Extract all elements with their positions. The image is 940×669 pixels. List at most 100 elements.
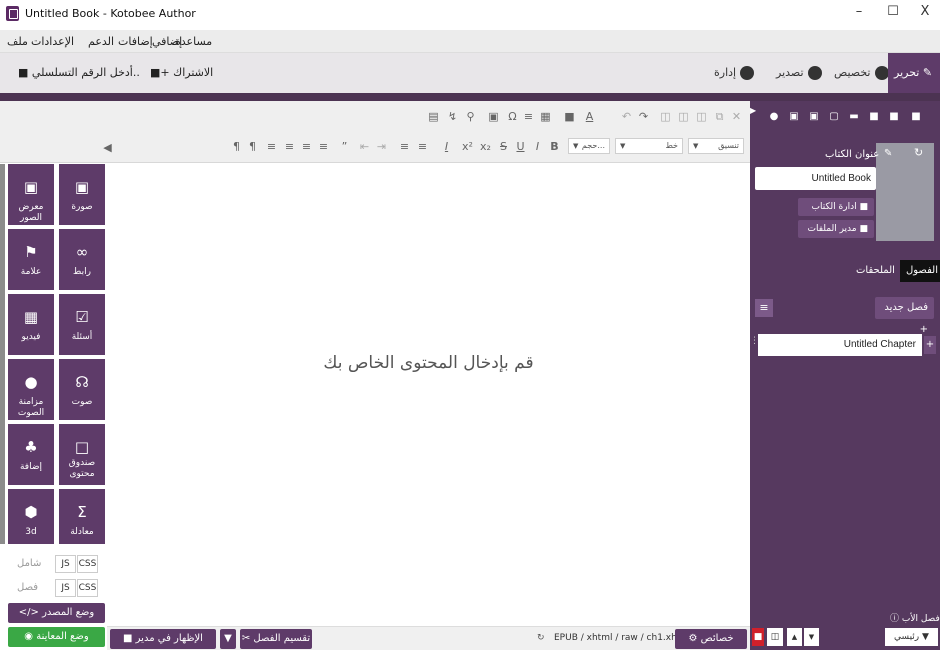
html5-icon[interactable]: ▣ (487, 110, 500, 123)
paste-icon[interactable]: ◫ (695, 110, 708, 123)
subscript-icon[interactable]: x₂ (479, 140, 492, 153)
minimize-button[interactable]: – (848, 4, 870, 19)
tab-attachments[interactable]: الملحقات (850, 260, 901, 282)
rtl-icon[interactable]: ¶ (230, 140, 243, 153)
superscript-icon[interactable]: x² (461, 140, 474, 153)
align-center-icon[interactable]: ≡ (300, 140, 313, 153)
bullet-list-icon[interactable]: ≡ (398, 140, 411, 153)
italic-icon[interactable]: I (531, 140, 544, 153)
chapter-css-button[interactable]: CSS (77, 579, 98, 597)
tab-edit[interactable]: تحرير ✎ (888, 53, 940, 93)
widget-marker[interactable]: ⚑ علامة (8, 229, 54, 290)
new-file-tool-icon[interactable]: ■ (910, 111, 922, 123)
blockquote-icon[interactable]: ” (338, 140, 351, 153)
menu-settings[interactable]: الإعدادات (31, 35, 74, 48)
font-color-icon[interactable]: A (583, 110, 596, 123)
save-tool-icon[interactable]: ■ (868, 111, 880, 123)
underline-icon[interactable]: U (514, 140, 527, 153)
remove-format-icon[interactable]: I (440, 140, 453, 153)
font-select[interactable]: ▼ خط (615, 138, 683, 154)
save-as-tool-icon[interactable]: ▬ (848, 111, 860, 123)
widget-image[interactable]: ▣ صورة (59, 164, 105, 225)
split-chapter-button[interactable]: ✂ تقسيم الفصل (240, 629, 312, 649)
ltr-icon[interactable]: ¶ (246, 140, 259, 153)
widget-audio[interactable]: ☊ صوت (59, 359, 105, 420)
align-left-icon[interactable]: ≡ (317, 140, 330, 153)
split-dropdown-button[interactable]: ▼ (220, 629, 236, 649)
move-down-button[interactable]: ▼ (804, 628, 819, 646)
menu-plugins[interactable]: إضافات (118, 35, 153, 48)
menu-help[interactable]: مساعدة (175, 35, 212, 48)
new-chapter-button[interactable]: فصل جديد + (875, 297, 934, 335)
spellcheck-icon[interactable]: ↯ (446, 110, 459, 123)
widget-link[interactable]: ∞ رابط (59, 229, 105, 290)
source-mode-button[interactable]: </> وضع المصدر (8, 603, 105, 623)
global-css-button[interactable]: CSS (77, 555, 98, 573)
book-title-input[interactable]: Untitled Book (755, 167, 876, 190)
add-subchapter-button[interactable]: + (924, 336, 936, 354)
menu-file[interactable]: ملف (7, 35, 28, 48)
bg-color-icon[interactable]: ■ (563, 110, 576, 123)
chapter-item[interactable]: Untitled Chapter (758, 334, 922, 356)
widget-plugin[interactable]: ♣ إضافة (8, 424, 54, 485)
widget-video[interactable]: ▦ فيديو (8, 294, 54, 355)
file-manager-button[interactable]: مدير الملفات ■ (798, 220, 874, 238)
manage-book-button[interactable]: ادارة الكتاب ■ (798, 198, 874, 216)
clear-format-icon[interactable]: ▤ (427, 110, 440, 123)
parent-chapter-select[interactable]: رئيسي ▼ (885, 628, 938, 646)
menu-support[interactable]: الدعم (88, 35, 114, 48)
settings-tool-icon[interactable]: ● (768, 111, 780, 123)
doc-link-tool-icon[interactable]: ▢ (828, 111, 840, 123)
strikethrough-icon[interactable]: S (497, 140, 510, 153)
table-icon[interactable]: ▦ (539, 110, 552, 123)
redo-icon[interactable]: ↷ (637, 110, 650, 123)
move-up-button[interactable]: ▲ (787, 628, 802, 646)
widget-gallery[interactable]: ▣ معرض الصور (8, 164, 54, 225)
find-icon[interactable]: ⚲ (464, 110, 477, 123)
justify-icon[interactable]: ≡ (265, 140, 278, 153)
show-in-files-button[interactable]: ■ الإظهار في مدير الملفات (110, 629, 216, 664)
tab-chapters[interactable]: الفصول (900, 260, 940, 282)
preview-mode-button[interactable]: ◉ وضع المعاينة (8, 627, 105, 647)
format-select[interactable]: ▼ تنسيق (688, 138, 744, 154)
content-editor[interactable]: قم بإدخال المحتوى الخاص بك (107, 163, 750, 626)
paste-text-icon[interactable]: ◫ (677, 110, 690, 123)
reset-cover-icon[interactable]: ↻ (914, 146, 923, 159)
widget-questions[interactable]: ☑ أسئلة (59, 294, 105, 355)
outdent-icon[interactable]: ⇤ (358, 140, 371, 153)
chapter-js-button[interactable]: JS (55, 579, 76, 597)
cut-icon[interactable]: ✕ (730, 110, 743, 123)
serial-link[interactable]: ■ أدخل الرقم التسلسلي.. (18, 66, 140, 79)
align-right-icon[interactable]: ≡ (283, 140, 296, 153)
undo-icon[interactable]: ↶ (620, 110, 633, 123)
maximize-button[interactable]: ☐ (882, 4, 904, 19)
chapter-properties-button[interactable]: ⚙ خصائص الفصل (675, 629, 747, 664)
widget-audio-sync[interactable]: ● مزامنة الصوت (8, 359, 54, 420)
widget-3d[interactable]: ⬢ 3d (8, 489, 54, 544)
chapters-menu-icon[interactable]: ≡ (755, 299, 773, 317)
widget-content-box[interactable]: □ صندوق محتوى (59, 424, 105, 485)
book-cover-thumbnail[interactable]: ✎ ↻ (876, 143, 934, 241)
open-folder-tool-icon[interactable]: ■ (888, 111, 900, 123)
doc-add-tool-icon[interactable]: ▣ (808, 111, 820, 123)
tab-customize[interactable]: تخصيص (828, 53, 895, 93)
paste-word-icon[interactable]: ◫ (659, 110, 672, 123)
tab-manage[interactable]: إدارة (708, 53, 760, 93)
number-list-icon[interactable]: ≡ (416, 140, 429, 153)
refresh-icon[interactable]: ↻ (537, 633, 545, 643)
widget-equation[interactable]: Σ معادلة (59, 489, 105, 544)
edit-cover-icon[interactable]: ✎ (884, 148, 892, 159)
drag-handle-icon[interactable]: ⋮ (750, 336, 759, 356)
indent-icon[interactable]: ⇥ (375, 140, 388, 153)
copy-icon[interactable]: ⧉ (713, 110, 726, 123)
duplicate-chapter-button[interactable]: ◫ (767, 628, 783, 646)
collapse-arrow-icon[interactable]: ◀ (101, 141, 114, 154)
delete-chapter-button[interactable]: ■ (752, 628, 764, 646)
global-js-button[interactable]: JS (55, 555, 76, 573)
close-button[interactable]: X (914, 4, 936, 19)
expand-arrow-icon[interactable]: ▶ (750, 101, 757, 121)
bold-icon[interactable]: B (548, 140, 561, 153)
tab-export[interactable]: تصدير (770, 53, 828, 93)
subscribe-link[interactable]: ■+ الاشتراك (150, 66, 213, 79)
hr-icon[interactable]: ≡ (522, 110, 535, 123)
